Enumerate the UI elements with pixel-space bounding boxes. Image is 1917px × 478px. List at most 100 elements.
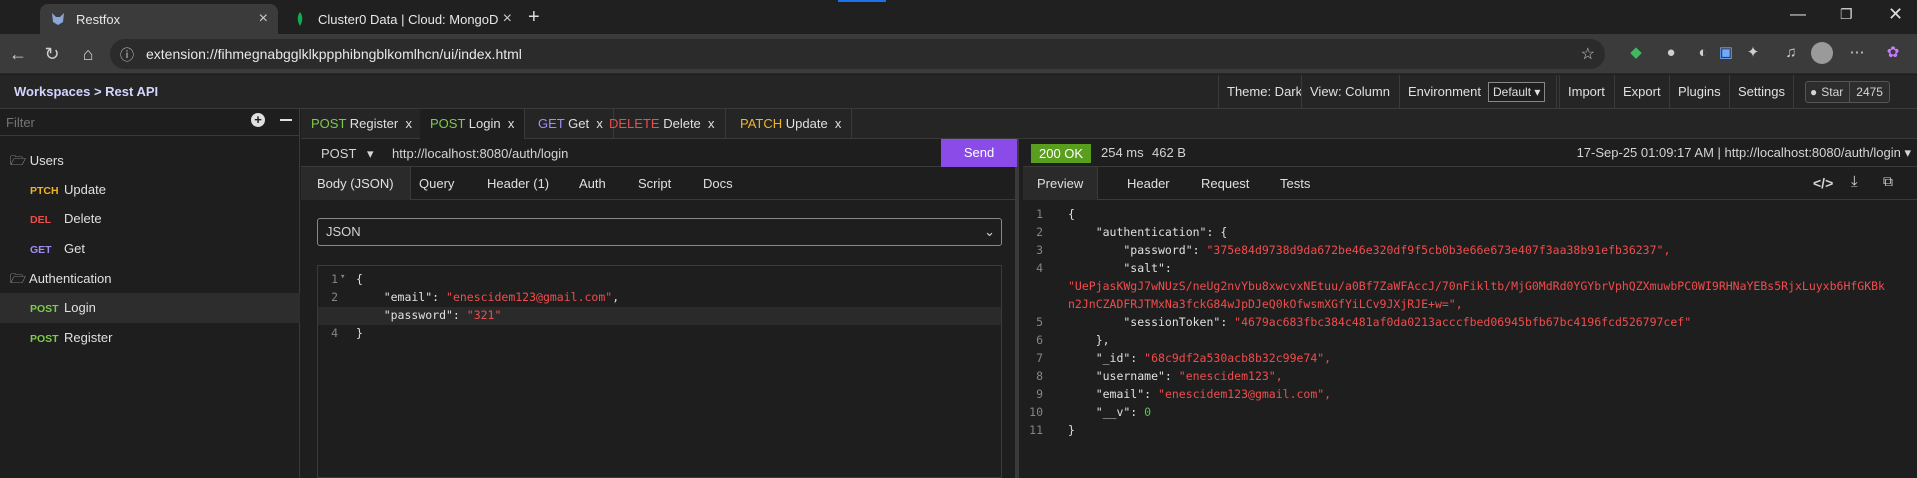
back-icon[interactable]: ← xyxy=(6,42,30,66)
response-size: 462 B xyxy=(1152,145,1186,160)
import-button[interactable]: Import xyxy=(1559,75,1613,109)
close-icon[interactable]: × xyxy=(259,10,268,28)
browser-tab-mongodb[interactable]: Cluster0 Data | Cloud: MongoDB ( × xyxy=(282,4,522,34)
close-icon[interactable]: x xyxy=(708,116,715,131)
shield-extension-icon[interactable]: ◆ xyxy=(1625,42,1647,64)
request-label: Register xyxy=(64,330,113,345)
breadcrumb[interactable]: Workspaces > Rest API xyxy=(14,75,158,109)
tab-label: Login xyxy=(468,116,501,131)
response-body: 1 {2 "authentication": {3 "password": "37… xyxy=(1023,207,1917,477)
sidebar-folder-users[interactable]: 🗁 Users xyxy=(0,146,300,176)
minimize-icon[interactable]: — xyxy=(1790,6,1806,24)
close-icon[interactable]: × xyxy=(503,10,512,28)
environment-select[interactable]: Default ▾ xyxy=(1488,82,1546,102)
extensions-puzzle-icon[interactable]: ✦ xyxy=(1742,42,1764,64)
window-close-icon[interactable]: ✕ xyxy=(1888,4,1903,25)
more-menu-icon[interactable]: ⋯ xyxy=(1846,42,1868,64)
tab-request[interactable]: Request xyxy=(1187,167,1263,200)
line-number: 11 xyxy=(1029,423,1043,437)
method-badge: POST xyxy=(30,333,59,345)
star-count: 2475 xyxy=(1849,82,1889,102)
method-badge: PATCH xyxy=(740,116,783,131)
fold-icon[interactable]: ▾ xyxy=(340,272,345,282)
code-line: { xyxy=(1068,207,1075,221)
github-star-button[interactable]: ● Star 2475 xyxy=(1805,81,1890,103)
tab-response-header[interactable]: Header xyxy=(1113,167,1184,200)
browser-tab-restfox[interactable]: Restfox × xyxy=(40,4,278,34)
github-icon: ● xyxy=(1810,85,1818,99)
tab-tests[interactable]: Tests xyxy=(1266,167,1324,200)
close-icon[interactable]: x xyxy=(835,116,842,131)
url-input[interactable]: http://localhost:8080/auth/login xyxy=(392,146,568,161)
copilot-icon[interactable]: ✿ xyxy=(1882,42,1904,64)
tab-auth[interactable]: Auth xyxy=(565,167,620,200)
code-line: "email": "enescidem123@gmail.com", xyxy=(1068,387,1332,401)
extension-icon[interactable]: ◐ xyxy=(1692,42,1714,64)
tab-body-json[interactable]: Body (JSON) xyxy=(301,167,411,200)
code-line: }, xyxy=(1068,333,1110,347)
line-number: 6 xyxy=(1036,333,1043,347)
method-badge: GET xyxy=(30,244,52,256)
sidebar-folder-authentication[interactable]: 🗁 Authentication xyxy=(0,264,300,294)
code-line: "__v": 0 xyxy=(1068,405,1152,419)
folder-open-icon: 🗁 xyxy=(10,271,27,286)
code-line: "password": "375e84d9738d9da672be46e320d… xyxy=(1068,243,1671,257)
line-number: 3 xyxy=(1036,243,1043,257)
copy-icon[interactable]: ⧉ xyxy=(1883,173,1893,190)
tab-script[interactable]: Script xyxy=(624,167,685,200)
add-icon[interactable]: + xyxy=(251,113,265,127)
send-button[interactable]: Send xyxy=(941,139,1017,167)
response-meta[interactable]: 17-Sep-25 01:09:17 AM | http://localhost… xyxy=(1577,145,1911,161)
method-select[interactable]: POST ▾ xyxy=(321,146,374,162)
tab-register[interactable]: POST Register x xyxy=(301,109,423,139)
browser-tab-title: Cluster0 Data | Cloud: MongoDB ( xyxy=(318,11,498,27)
code-view-icon[interactable]: </> xyxy=(1813,175,1833,191)
line-number: 2 xyxy=(331,290,338,304)
window-drag-indicator xyxy=(838,0,886,2)
view-button[interactable]: View: Column xyxy=(1301,75,1398,109)
sidebar-item-delete[interactable]: DEL Delete xyxy=(0,204,300,234)
code-line: "username": "enescidem123", xyxy=(1068,369,1283,383)
close-icon[interactable]: x xyxy=(508,116,515,131)
tab-preview[interactable]: Preview xyxy=(1023,167,1099,200)
avatar[interactable] xyxy=(1811,42,1833,64)
sidebar-item-register[interactable]: POST Register xyxy=(0,323,300,353)
tab-update[interactable]: PATCH Update x xyxy=(730,109,853,139)
home-icon[interactable]: ⌂ xyxy=(76,42,100,66)
line-number: 4 xyxy=(1036,261,1043,275)
site-info-icon[interactable]: ⓘ xyxy=(120,45,134,65)
tab-header[interactable]: Header (1) xyxy=(473,167,563,200)
tab-login[interactable]: POST Login x xyxy=(420,109,526,139)
line-number: 8 xyxy=(1036,369,1043,383)
extension-icon[interactable]: ● xyxy=(1660,42,1682,64)
extension-icon[interactable]: ▣ xyxy=(1715,42,1737,64)
sidebar-item-login[interactable]: POST Login xyxy=(0,293,300,323)
sidebar-item-get[interactable]: GET Get xyxy=(0,234,300,264)
filter-input[interactable] xyxy=(0,109,250,135)
environment-label: Environment xyxy=(1408,84,1481,99)
url-text: extension://fihmegnabgglklkppphibngblkom… xyxy=(146,46,522,62)
code-line: "sessionToken": "4679ac683fbc384c481af0d… xyxy=(1068,315,1692,329)
theme-button[interactable]: Theme: Dark xyxy=(1218,75,1310,109)
reload-icon[interactable]: ↻ xyxy=(40,42,64,66)
tab-delete[interactable]: DELETE Delete x xyxy=(599,109,726,139)
request-label: Login xyxy=(64,300,96,315)
tab-query[interactable]: Query xyxy=(405,167,468,200)
export-button[interactable]: Export xyxy=(1614,75,1669,109)
body-editor[interactable]: 1 2 3 4 ▾ { "email": "enescidem123@gmail… xyxy=(317,265,1002,478)
media-icon[interactable]: ♫ xyxy=(1780,42,1802,64)
tab-docs[interactable]: Docs xyxy=(689,167,747,200)
restore-icon[interactable]: ❐ xyxy=(1840,6,1853,23)
download-icon[interactable]: ⤓ xyxy=(1851,173,1858,190)
close-icon[interactable]: x xyxy=(405,116,412,131)
sidebar-item-update[interactable]: PTCH Update xyxy=(0,175,300,205)
collapse-icon[interactable] xyxy=(280,119,292,121)
new-tab-icon[interactable]: + xyxy=(528,6,540,29)
favorite-star-icon[interactable]: ☆ xyxy=(1581,44,1595,64)
settings-button[interactable]: Settings xyxy=(1729,75,1794,109)
response-status-bar: 200 OK 254 ms 462 B 17-Sep-25 01:09:17 A… xyxy=(1023,139,1917,167)
plugins-button[interactable]: Plugins xyxy=(1669,75,1729,109)
address-input[interactable]: ⓘ extension://fihmegnabgglklkppphibngblk… xyxy=(110,39,1605,69)
body-type-select[interactable]: JSON ⌄ xyxy=(317,218,1002,246)
mongodb-leaf-icon xyxy=(292,11,308,27)
